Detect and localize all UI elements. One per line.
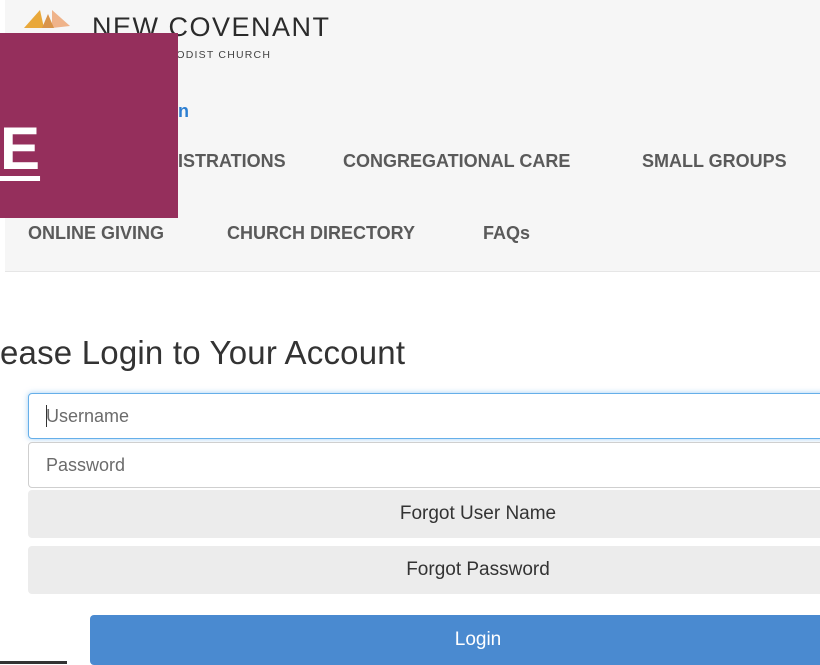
nav-item-registrations[interactable]: ISTRATIONS — [178, 151, 286, 172]
text-cursor — [46, 405, 47, 427]
login-button-label: Login — [454, 629, 502, 650]
user-link[interactable]: n — [178, 101, 189, 122]
overlay-letter: E — [0, 115, 41, 182]
page-title: ease Login to Your Account — [0, 334, 406, 371]
forgot-username-label: Forgot User Name — [399, 503, 557, 524]
forgot-password-button[interactable]: Forgot Password — [28, 546, 820, 594]
church-logo-icon — [24, 10, 70, 28]
nav-item-church-directory[interactable]: CHURCH DIRECTORY — [227, 223, 415, 244]
password-input[interactable] — [28, 442, 820, 488]
nav-item-small-groups[interactable]: SMALL GROUPS — [642, 151, 787, 172]
overlay-banner[interactable]: E — [0, 33, 178, 218]
nav-item-online-giving[interactable]: ONLINE GIVING — [28, 223, 164, 244]
username-input[interactable] — [28, 393, 820, 439]
login-button[interactable]: Login — [90, 615, 820, 665]
nav-item-congregational-care[interactable]: CONGREGATIONAL CARE — [343, 151, 570, 172]
forgot-username-button[interactable]: Forgot User Name — [28, 490, 820, 538]
forgot-password-label: Forgot Password — [406, 559, 550, 580]
nav-item-faqs[interactable]: FAQs — [483, 223, 530, 244]
